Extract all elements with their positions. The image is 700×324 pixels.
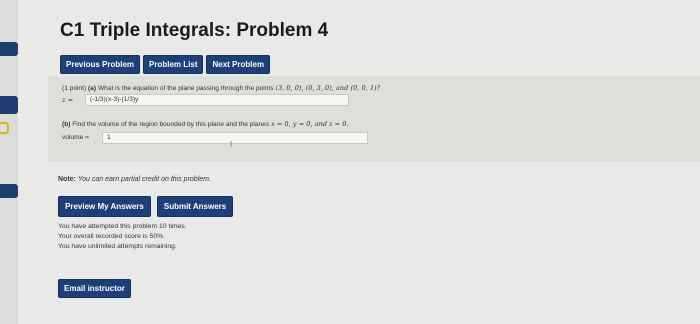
note-text: You can earn partial credit on this prob… (77, 176, 211, 183)
part-a-text: What is the equation of the plane passin… (97, 85, 274, 92)
part-b-label: (b) (62, 121, 71, 128)
sidebar-tab[interactable] (0, 184, 18, 198)
next-problem-button[interactable]: Next Problem (206, 55, 271, 74)
attempts-text: You have attempted this problem 10 times… (58, 223, 187, 230)
sidebar-tab[interactable] (0, 42, 18, 56)
point-value: (1 point) (62, 85, 87, 92)
volume-label: volume = (62, 134, 89, 141)
problem-page: C1 Triple Integrals: Problem 4 Previous … (48, 0, 700, 324)
problem-body: (1 point) (a) What is the equation of th… (48, 76, 700, 162)
note-label: Note: (58, 176, 76, 183)
score-text: Your overall recorded score is 50%. (58, 233, 166, 240)
answer-actions: Preview My Answers Submit Answers (58, 196, 234, 217)
text-cursor-icon: I (230, 140, 233, 149)
submit-answers-button[interactable]: Submit Answers (156, 196, 234, 217)
attempt-status: You have attempted this problem 10 times… (58, 222, 187, 252)
preview-answers-button[interactable]: Preview My Answers (58, 196, 151, 217)
sidebar-tab-highlight[interactable] (0, 122, 9, 134)
part-b-text: Find the volume of the region bounded by… (72, 121, 270, 128)
part-b-question: (b) Find the volume of the region bounde… (62, 120, 349, 128)
volume-answer-field[interactable]: 1 (102, 132, 368, 144)
email-instructor-button[interactable]: Email instructor (58, 279, 131, 298)
partial-credit-note: Note: You can earn partial credit on thi… (58, 176, 211, 183)
part-a-points: (3, 0, 0), (0, 3, 0), and (0, 0, 1)? (275, 84, 381, 92)
problem-nav: Previous Problem Problem List Next Probl… (60, 55, 271, 74)
z-answer-field[interactable]: (-1/3)(x-3)-(1/3)y (85, 94, 349, 106)
page-title: C1 Triple Integrals: Problem 4 (60, 20, 329, 41)
z-label: z = (62, 96, 74, 104)
problem-list-button[interactable]: Problem List (143, 55, 204, 74)
part-a-label: (a) (88, 85, 97, 92)
previous-problem-button[interactable]: Previous Problem (60, 55, 141, 74)
sidebar-tab[interactable] (0, 96, 18, 114)
part-b-planes: x = 0, y = 0, and z = 0. (270, 120, 349, 128)
remaining-text: You have unlimited attempts remaining. (58, 243, 177, 250)
part-a-question: (1 point) (a) What is the equation of th… (62, 84, 380, 92)
